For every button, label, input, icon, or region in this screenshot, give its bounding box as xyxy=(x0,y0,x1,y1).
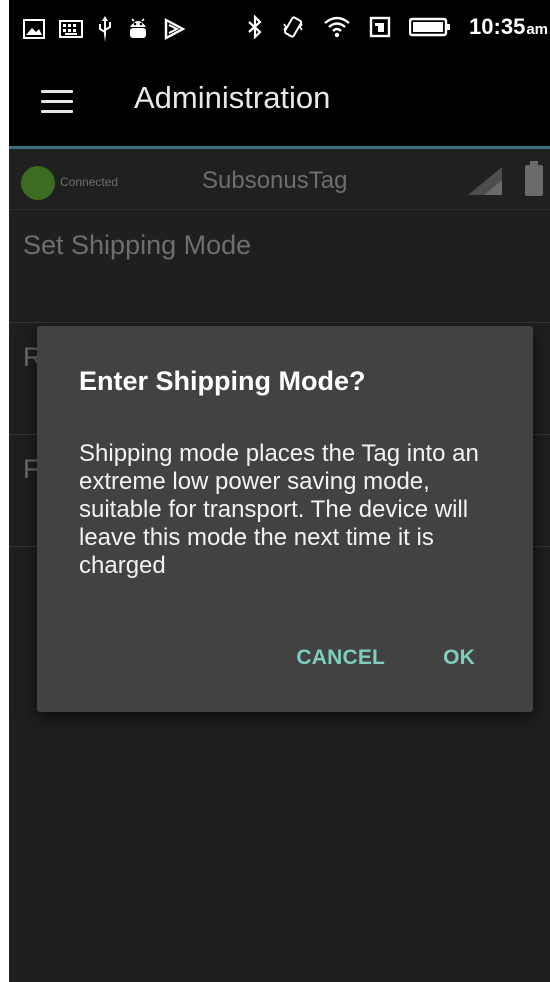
menu-item-label: Set Shipping Mode xyxy=(23,230,252,260)
battery-status-icon xyxy=(409,16,451,38)
connection-status-label: Connected xyxy=(60,175,119,189)
keyboard-icon xyxy=(59,19,83,39)
android-debug-icon xyxy=(127,17,149,41)
phone-screen: 10:35 am Administration Connected Subsonu… xyxy=(9,0,550,982)
vibrate-icon xyxy=(281,15,305,39)
dialog-title: Enter Shipping Mode? xyxy=(79,366,366,396)
device-name: SubsonusTag xyxy=(202,167,348,194)
signal-strength-icon xyxy=(466,167,502,200)
connection-status-bar: Connected SubsonusTag xyxy=(9,149,550,210)
page-title: Administration xyxy=(134,80,331,115)
app-bar: Administration xyxy=(9,62,550,146)
wifi-icon xyxy=(323,15,351,39)
shipping-mode-dialog: Enter Shipping Mode? Shipping mode place… xyxy=(37,326,533,712)
dialog-actions: CANCEL OK xyxy=(296,646,475,670)
cancel-button[interactable]: CANCEL xyxy=(296,646,385,670)
usb-icon xyxy=(97,16,113,42)
nfc-icon xyxy=(369,16,391,38)
hamburger-menu-icon[interactable] xyxy=(41,90,73,114)
tag-battery-icon xyxy=(524,161,544,202)
status-time: 10:35 am xyxy=(469,14,548,39)
menu-item-set-shipping-mode[interactable]: Set Shipping Mode xyxy=(9,210,550,323)
connection-indicator-icon xyxy=(21,166,55,200)
ok-button[interactable]: OK xyxy=(443,646,475,670)
image-icon xyxy=(23,19,45,39)
bluetooth-icon xyxy=(247,15,263,39)
play-store-icon xyxy=(163,18,185,40)
dialog-message: Shipping mode places the Tag into an ext… xyxy=(79,440,479,579)
status-bar: 10:35 am xyxy=(9,0,550,62)
